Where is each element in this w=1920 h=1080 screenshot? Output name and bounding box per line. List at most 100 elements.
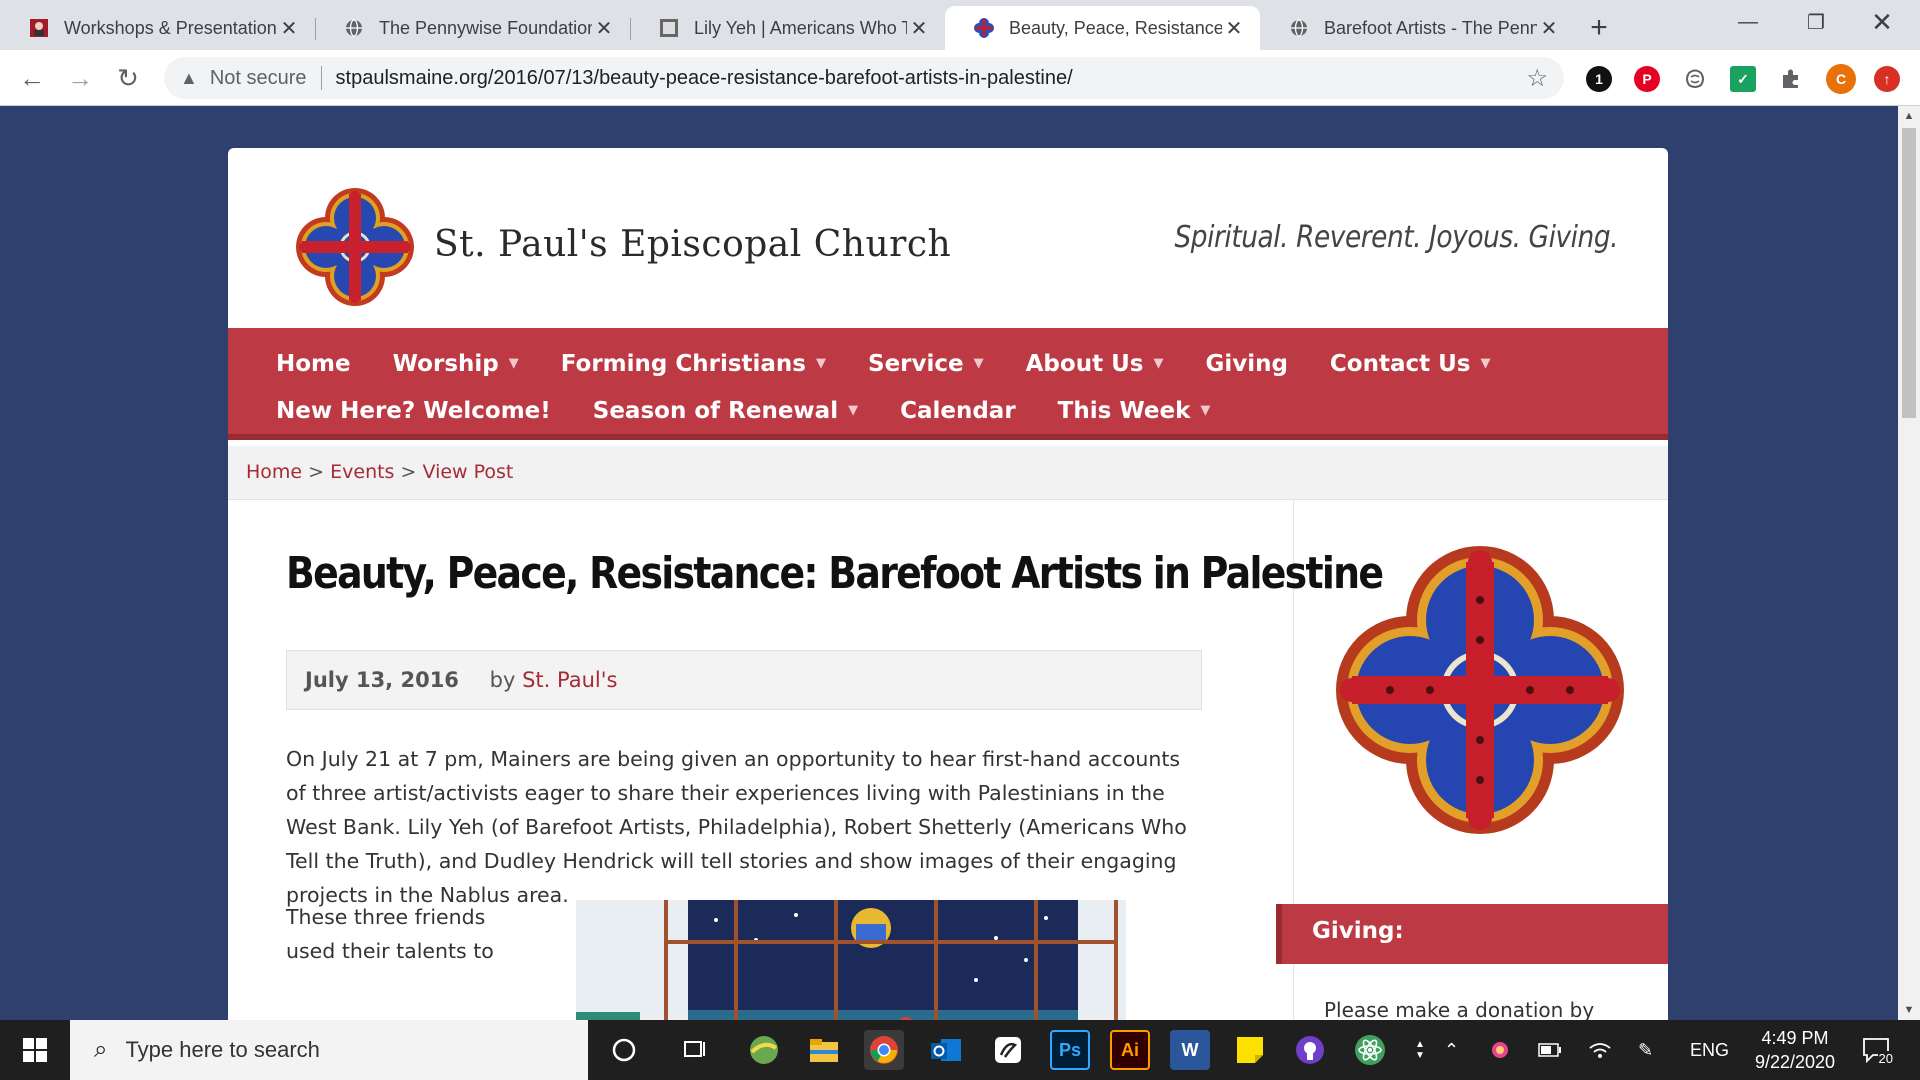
nav-label: This Week bbox=[1057, 397, 1191, 424]
close-tab-icon[interactable]: ✕ bbox=[1537, 16, 1561, 41]
nav-item-calendar[interactable]: Calendar bbox=[900, 398, 1016, 424]
post-paragraph: On July 21 at 7 pm, Mainers are being gi… bbox=[286, 747, 1187, 907]
church-emblem-image bbox=[1336, 546, 1624, 834]
search-icon: ⌕ bbox=[94, 1036, 108, 1063]
color-app-tray-icon[interactable] bbox=[1490, 1020, 1510, 1080]
github-desktop-icon[interactable] bbox=[1290, 1030, 1330, 1070]
badge-1-icon[interactable]: 1 bbox=[1586, 66, 1612, 92]
nav-label: New Here? Welcome! bbox=[276, 397, 551, 424]
close-window-icon[interactable]: ✕ bbox=[1850, 0, 1914, 44]
pen-app-icon[interactable] bbox=[988, 1030, 1028, 1070]
restore-window-icon[interactable]: ❐ bbox=[1784, 0, 1848, 44]
browser-tab[interactable]: Workshops & Presentations ✕ bbox=[0, 6, 315, 50]
taskbar-scroll-icon[interactable]: ▲ ▼ bbox=[1410, 1020, 1430, 1080]
security-label[interactable]: Not secure bbox=[210, 67, 307, 90]
wifi-icon[interactable] bbox=[1588, 1020, 1612, 1080]
update-icon[interactable]: ↑ bbox=[1874, 66, 1900, 92]
nav-item-service[interactable]: Service ▼ bbox=[868, 351, 984, 377]
cortana-icon[interactable] bbox=[604, 1030, 644, 1070]
photoshop-icon[interactable]: Ps bbox=[1050, 1030, 1090, 1070]
browser-tab[interactable]: The Pennywise Foundation ✕ bbox=[315, 6, 630, 50]
mural-photo[interactable] bbox=[576, 900, 1126, 1020]
nav-item-new-here[interactable]: New Here? Welcome! bbox=[276, 398, 551, 424]
bookmark-star-icon[interactable]: ☆ bbox=[1526, 64, 1548, 93]
post-author-link[interactable]: St. Paul's bbox=[522, 668, 617, 692]
site-name[interactable]: St. Paul's Episcopal Church bbox=[434, 224, 951, 265]
cross-quatrefoil-icon bbox=[973, 17, 995, 39]
browser-tab-active[interactable]: Beauty, Peace, Resistance: B ✕ bbox=[945, 6, 1260, 50]
nav-item-season-of-renewal[interactable]: Season of Renewal ▼ bbox=[593, 398, 858, 424]
post-title: Beauty, Peace, Resistance: Barefoot Arti… bbox=[286, 548, 1384, 599]
caret-down-icon: ▼ bbox=[1153, 356, 1164, 371]
nav-item-forming-christians[interactable]: Forming Christians ▼ bbox=[561, 351, 826, 377]
minimize-window-icon[interactable]: — bbox=[1716, 0, 1780, 44]
puzzle-icon[interactable] bbox=[1778, 66, 1804, 92]
maps-app-icon[interactable] bbox=[744, 1030, 784, 1070]
windows-start-icon[interactable] bbox=[0, 1020, 70, 1080]
reload-icon[interactable]: ↻ bbox=[112, 62, 144, 94]
nav-label: Season of Renewal bbox=[592, 397, 839, 424]
nav-item-contact-us[interactable]: Contact Us ▼ bbox=[1330, 351, 1491, 377]
action-center-icon[interactable]: 20 bbox=[1856, 1030, 1896, 1070]
caret-down-icon: ▼ bbox=[848, 403, 859, 418]
nav-item-home[interactable]: Home bbox=[276, 351, 351, 377]
show-hidden-icons-chevron-icon[interactable]: ⌃ bbox=[1444, 1020, 1459, 1080]
profile-avatar[interactable]: C bbox=[1826, 64, 1856, 94]
site-container: St. Paul's Episcopal Church Spiritual. R… bbox=[228, 148, 1668, 1020]
church-logo-icon[interactable] bbox=[292, 184, 418, 310]
close-tab-icon[interactable]: ✕ bbox=[592, 16, 616, 41]
main-navigation: Home Worship ▼ Forming Christians ▼ Servic… bbox=[228, 328, 1668, 440]
pinterest-icon[interactable]: P bbox=[1634, 66, 1660, 92]
nav-row: New Here? Welcome! Season of Renewal ▼ Ca… bbox=[276, 387, 1668, 434]
nav-item-giving[interactable]: Giving bbox=[1205, 351, 1287, 377]
url-text[interactable]: stpaulsmaine.org/2016/07/13/beauty-peace… bbox=[336, 67, 1073, 90]
nav-label: Service bbox=[868, 350, 964, 377]
breadcrumb-home-link[interactable]: Home bbox=[246, 461, 302, 483]
taskbar-search-input[interactable]: ⌕ Type here to search bbox=[70, 1020, 588, 1080]
nav-label: Home bbox=[276, 350, 351, 377]
warning-triangle-icon[interactable]: ▲ bbox=[180, 68, 198, 89]
close-tab-icon[interactable]: ✕ bbox=[277, 16, 301, 41]
outlook-icon[interactable] bbox=[926, 1030, 966, 1070]
nav-item-this-week[interactable]: This Week ▼ bbox=[1058, 398, 1211, 424]
chrome-icon[interactable] bbox=[864, 1030, 904, 1070]
task-view-icon[interactable] bbox=[674, 1030, 714, 1070]
square-frame-icon bbox=[658, 17, 680, 39]
brain-icon[interactable] bbox=[1682, 66, 1708, 92]
breadcrumb-events-link[interactable]: Events bbox=[330, 461, 394, 483]
file-explorer-icon[interactable] bbox=[804, 1030, 844, 1070]
nav-item-about-us[interactable]: About Us ▼ bbox=[1026, 351, 1164, 377]
nav-label: Contact Us bbox=[1329, 350, 1471, 377]
caret-down-icon: ▼ bbox=[973, 356, 984, 371]
breadcrumb-current[interactable]: View Post bbox=[422, 461, 513, 483]
new-tab-button[interactable]: + bbox=[1575, 6, 1623, 50]
back-arrow-icon[interactable]: ← bbox=[16, 62, 48, 94]
taskbar-clock[interactable]: 4:49 PM 9/22/2020 bbox=[1740, 1026, 1850, 1074]
address-bar[interactable]: ▲ Not secure stpaulsmaine.org/2016/07/13… bbox=[164, 57, 1564, 99]
browser-tab[interactable]: Barefoot Artists - The Penny ✕ bbox=[1260, 6, 1575, 50]
language-indicator[interactable]: ENG bbox=[1690, 1020, 1729, 1080]
scroll-up-arrow-icon[interactable]: ▲ bbox=[1898, 110, 1920, 122]
scroll-down-arrow-icon[interactable]: ▼ bbox=[1898, 1004, 1920, 1016]
forward-arrow-icon[interactable]: → bbox=[64, 62, 96, 94]
atom-icon[interactable] bbox=[1350, 1030, 1390, 1070]
close-tab-icon[interactable]: ✕ bbox=[907, 16, 931, 41]
caret-down-icon: ▼ bbox=[508, 356, 519, 371]
check-icon[interactable]: ✓ bbox=[1730, 66, 1756, 92]
close-tab-icon[interactable]: ✕ bbox=[1222, 16, 1246, 41]
nav-label: About Us bbox=[1025, 350, 1144, 377]
breadcrumb: Home > Events > View Post bbox=[228, 446, 1668, 500]
nav-label: Forming Christians bbox=[560, 350, 806, 377]
sticky-notes-icon[interactable] bbox=[1230, 1030, 1270, 1070]
post-by-label: by bbox=[489, 668, 516, 692]
page-scrollbar[interactable]: ▲ ▼ bbox=[1898, 106, 1920, 1020]
word-icon[interactable]: W bbox=[1170, 1030, 1210, 1070]
browser-tab[interactable]: Lily Yeh | Americans Who Te ✕ bbox=[630, 6, 945, 50]
illustrator-icon[interactable]: Ai bbox=[1110, 1030, 1150, 1070]
battery-icon[interactable] bbox=[1538, 1020, 1562, 1080]
search-placeholder: Type here to search bbox=[125, 1037, 320, 1062]
pen-tray-icon[interactable]: ✎ bbox=[1638, 1020, 1653, 1080]
scrollbar-thumb[interactable] bbox=[1902, 128, 1916, 418]
nav-item-worship[interactable]: Worship ▼ bbox=[393, 351, 519, 377]
post-meta: July 13, 2016 by St. Paul's bbox=[286, 650, 1202, 710]
